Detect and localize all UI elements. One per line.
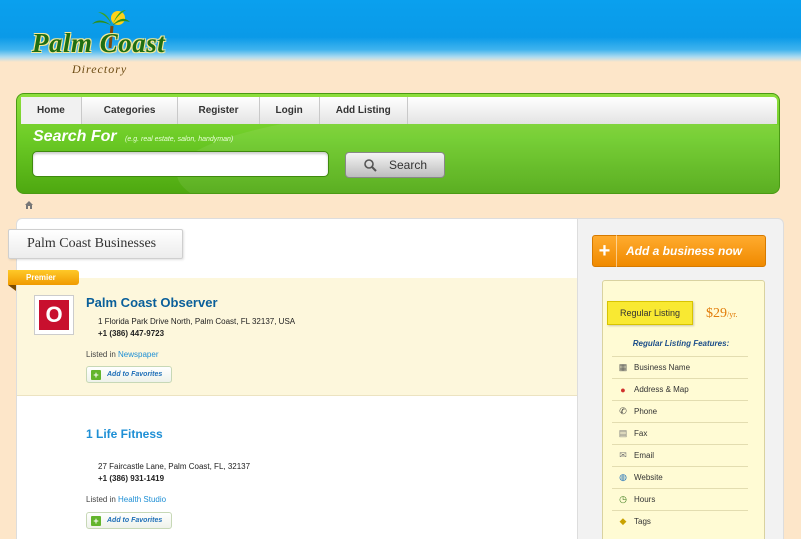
search-label: Search For (e.g. real estate, salon, han… [33,128,233,146]
observer-logo-letter: O [39,300,69,330]
business-address: 27 Faircastle Lane, Palm Coast, FL, 3213… [98,462,251,471]
add-to-favorites-button[interactable]: + Add to Favorites [86,512,172,529]
regular-listing-badge[interactable]: Regular Listing [607,301,693,325]
home-icon[interactable] [24,200,34,210]
price-amount: $29 [706,306,727,321]
feature-item: ▦ Business Name [612,356,748,378]
listed-in-prefix: Listed in [86,350,116,359]
clock-icon: ◷ [619,494,627,504]
building-icon: ▦ [618,362,628,372]
business-logo[interactable]: O [34,295,74,335]
nav-home[interactable]: Home [21,97,82,124]
tag-icon: ◆ [619,516,627,526]
nav-register[interactable]: Register [178,97,260,124]
add-business-button[interactable]: + Add a business now [592,235,766,267]
category-link[interactable]: Health Studio [118,495,166,504]
add-to-favorites-label: Add to Favorites [107,371,163,378]
fax-icon: ▤ [618,428,628,438]
business-address: 1 Florida Park Drive North, Palm Coast, … [98,317,296,326]
feature-label: Tags [634,517,651,526]
feature-label: Email [634,451,655,460]
feature-item: ◷ Hours [612,488,748,510]
section-title: Palm Coast Businesses [8,229,183,259]
globe-icon: ◍ [619,472,627,482]
listed-in-prefix: Listed in [86,495,116,504]
feature-label: Fax [634,429,648,438]
features-title: Regular Listing Features: [632,339,730,348]
search-panel: Home Categories Register Login Add Listi… [16,93,780,194]
nav-add-listing[interactable]: Add Listing [320,97,408,124]
plus-icon: + [593,235,617,267]
business-name-link[interactable]: Palm Coast Observer [86,295,218,310]
search-button-label: Search [388,158,428,172]
feature-label: Business Name [634,363,691,372]
feature-label: Hours [634,495,656,504]
feature-item: ◆ Tags [612,510,748,532]
business-phone: +1 (386) 931-1419 [98,474,165,483]
listed-in: Listed in Health Studio [86,495,166,504]
business-phone: +1 (386) 447-9723 [98,329,165,338]
feature-item: ● Address & Map [612,378,748,400]
feature-label: Address & Map [634,385,689,394]
premier-badge: Premier [8,270,79,285]
price: $29/yr. [706,306,737,322]
business-name-link[interactable]: 1 Life Fitness [86,427,163,441]
feature-item: ✆ Phone [612,400,748,422]
price-unit: /yr. [727,310,738,319]
main-nav: Home Categories Register Login Add Listi… [21,97,777,124]
nav-categories[interactable]: Categories [82,97,179,124]
add-business-label: Add a business now [626,244,743,258]
nav-login[interactable]: Login [260,97,320,124]
feature-label: Website [634,473,663,482]
add-to-favorites-label: Add to Favorites [107,517,163,524]
add-to-favorites-button[interactable]: + Add to Favorites [86,366,172,383]
feature-label: Phone [634,407,658,416]
category-link[interactable]: Newspaper [118,350,158,359]
map-pin-icon: ● [620,384,626,395]
email-icon: ✉ [619,450,627,460]
feature-item: ✉ Email [612,444,748,466]
feature-item: ◍ Website [612,466,748,488]
listed-in: Listed in Newspaper [86,350,159,359]
search-hint: (e.g. real estate, salon, handyman) [125,136,234,143]
logo-name: Palm Coast [32,28,166,58]
plus-icon: + [91,515,101,526]
search-label-text: Search For [33,128,117,145]
magnifier-icon [364,159,377,172]
search-button[interactable]: Search [345,152,445,178]
site-logo[interactable]: Palm Coast Directory [30,8,205,80]
search-input[interactable] [32,151,329,177]
phone-icon: ✆ [619,406,627,416]
logo-subtitle: Directory [72,62,128,76]
feature-item: ▤ Fax [612,422,748,444]
plus-icon: + [91,369,101,380]
